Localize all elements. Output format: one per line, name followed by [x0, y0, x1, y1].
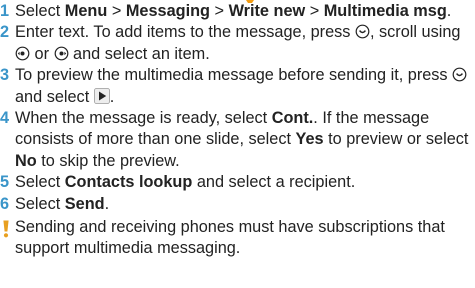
send-term: Send — [64, 194, 105, 213]
yes-term: Yes — [295, 130, 324, 149]
step-text: or — [30, 44, 54, 63]
step-text: . — [104, 194, 110, 213]
step-text: to preview or select — [323, 130, 469, 149]
warning-icon — [3, 220, 9, 238]
separator: > — [107, 2, 126, 20]
step-text: and select a recipient. — [192, 173, 356, 192]
step-6: 6 Select Send. — [0, 194, 475, 215]
separator: > — [210, 2, 229, 20]
step-text: . — [446, 2, 452, 20]
step-number: 2 — [0, 23, 10, 42]
warning-note-text: Sending and receiving phones must have s… — [15, 218, 445, 258]
play-icon — [93, 87, 110, 104]
step-number: 1 — [0, 2, 10, 20]
step-text: Select — [15, 2, 65, 20]
instruction-document: 1 Select Menu > Messaging > Write new > M… — [0, 1, 475, 260]
step-4: 4 When the message is ready, select Cont.… — [0, 108, 475, 172]
step-text: When the message is ready, select — [15, 109, 272, 128]
separator: > — [305, 2, 324, 20]
step-text: and select an item. — [68, 44, 210, 63]
cont-term: Cont. — [271, 109, 314, 128]
step-text: , scroll using — [369, 23, 461, 42]
step-text: Enter text. To add items to the message,… — [15, 23, 355, 42]
navigation-key-right-icon — [54, 46, 68, 61]
step-text: and select — [15, 87, 94, 106]
step-number: 3 — [0, 66, 10, 85]
messaging-term: Messaging — [125, 2, 211, 20]
step-5: 5 Select Contacts lookup and select a rec… — [0, 172, 475, 193]
center-select-key-icon — [452, 67, 467, 82]
step-text: To preview the multimedia message before… — [15, 66, 453, 85]
contacts-lookup-term: Contacts lookup — [64, 173, 193, 192]
step-3: 3 To preview the multimedia message befor… — [0, 65, 475, 108]
step-text: . — [109, 87, 115, 106]
navigation-key-left-icon — [15, 46, 30, 61]
step-text: Select — [15, 173, 65, 192]
multimedia-msg-term: Multimedia msg — [323, 2, 447, 20]
step-text: Select — [15, 194, 65, 213]
step-2: 2 Enter text. To add items to the message… — [0, 22, 475, 65]
warning-note: Sending and receiving phones must have s… — [0, 217, 475, 260]
step-text: to skip the preview. — [36, 151, 180, 170]
menu-term: Menu — [64, 2, 108, 20]
step-number: 6 — [0, 194, 10, 213]
step-1: 1 Select Menu > Messaging > Write new > M… — [0, 1, 475, 22]
no-term: No — [15, 151, 37, 170]
step-number: 5 — [0, 173, 10, 192]
step-number: 4 — [0, 109, 10, 128]
center-select-key-icon — [355, 25, 370, 39]
write-new-term: Write new — [228, 2, 306, 20]
